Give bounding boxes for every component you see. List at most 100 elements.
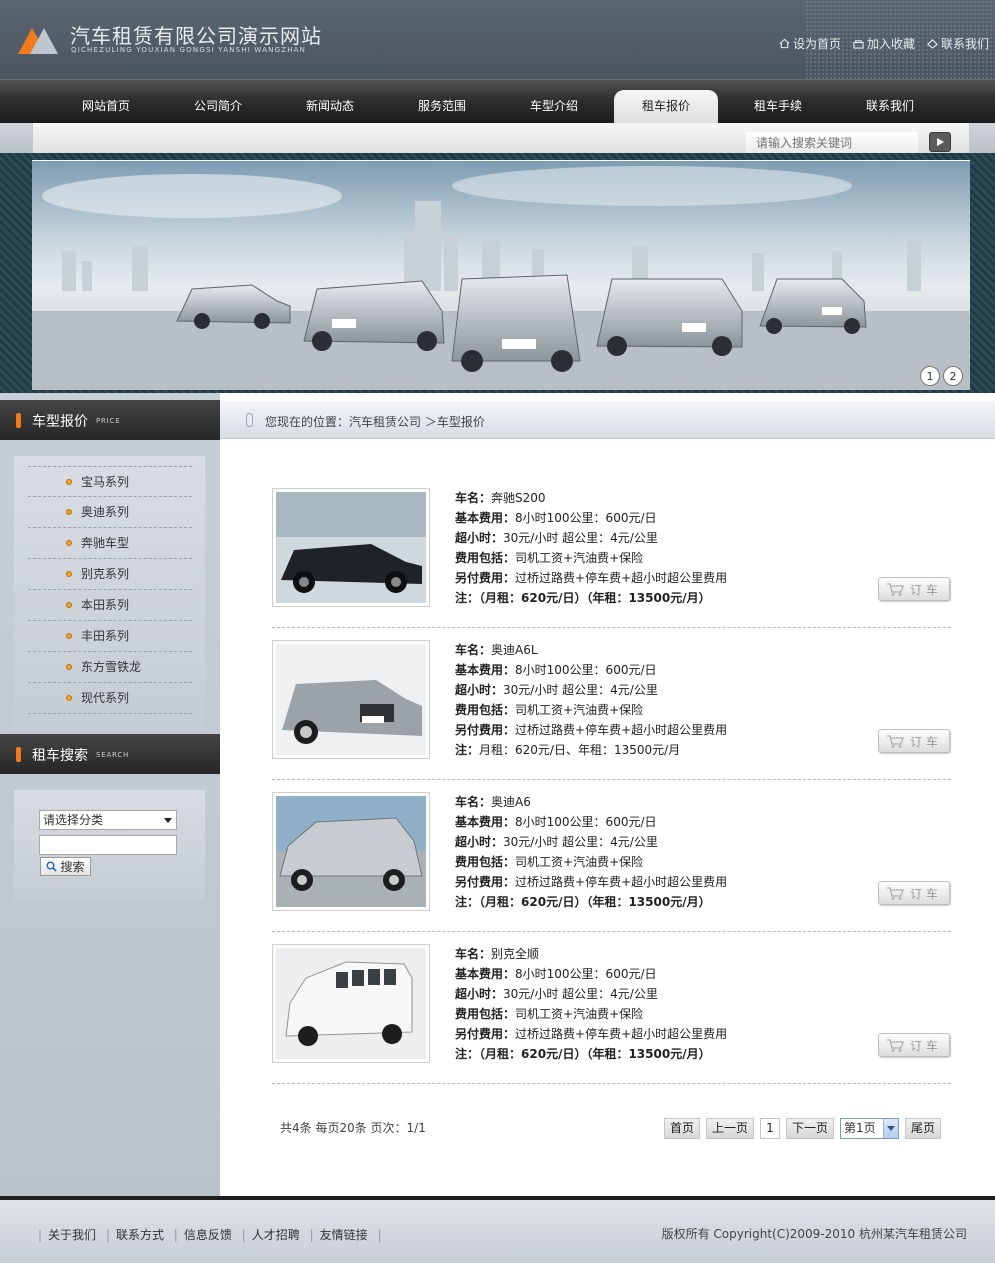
category-item[interactable]: 奔驰车型 — [28, 528, 192, 559]
footer-link-feedback[interactable]: 信息反馈 — [184, 1228, 232, 1242]
car-thumbnail[interactable] — [272, 944, 430, 1063]
separator: | — [241, 1228, 246, 1242]
car-overtime-fee: 30元/小时 超公里：4元/公里 — [503, 835, 658, 849]
order-car-label: 订车 — [909, 886, 942, 901]
separator: | — [38, 1228, 43, 1242]
bullet-icon — [66, 508, 72, 515]
car-details: 车名：别克全顺 基本费用：8小时100公里：600元/日 超小时：30元/小时 … — [455, 944, 727, 1064]
last-page-button[interactable]: 尾页 — [905, 1118, 941, 1139]
label-note: 注： — [455, 743, 480, 757]
car-note: 月租：620元/日、年租：13500元/月 — [479, 743, 681, 757]
nav-item-models[interactable]: 车型介绍 — [498, 80, 610, 124]
car-thumbnail[interactable] — [272, 488, 430, 607]
category-label: 东方雪铁龙 — [81, 660, 142, 674]
car-thumbnail[interactable] — [272, 640, 430, 759]
banner-dot-1[interactable]: 1 — [920, 366, 940, 386]
copyright: 版权所有 Copyright(C)2009-2010 杭州某汽车租赁公司 — [661, 1227, 967, 1241]
add-favorite-link[interactable]: 加入收藏 — [853, 35, 915, 52]
label-base: 基本费用： — [455, 663, 516, 677]
car-item: 车名：别克全顺 基本费用：8小时100公里：600元/日 超小时：30元/小时 … — [272, 944, 951, 1084]
label-overtime: 超小时： — [455, 683, 504, 697]
footer-link-friends[interactable]: 友情链接 — [320, 1228, 368, 1242]
bullet-icon — [66, 694, 72, 701]
car-base-fee: 8小时100公里：600元/日 — [515, 663, 657, 677]
nav-item-news[interactable]: 新闻动态 — [274, 80, 386, 124]
car-note: （月租：620元/日）（年租：13500元/月） — [479, 591, 711, 605]
car-overtime-fee: 30元/小时 超公里：4元/公里 — [503, 531, 658, 545]
set-homepage-link[interactable]: 设为首页 — [779, 35, 841, 52]
order-car-button[interactable]: 订车 — [878, 881, 950, 905]
keyword-search-input[interactable] — [746, 132, 918, 153]
category-item[interactable]: 别克系列 — [28, 559, 192, 590]
category-item[interactable]: 现代系列 — [28, 683, 192, 714]
footer-link-jobs[interactable]: 人才招聘 — [252, 1228, 300, 1242]
label-name: 车名： — [455, 795, 492, 809]
car-name: 奥迪A6 — [491, 795, 531, 809]
nav-label: 公司简介 — [193, 99, 242, 113]
site-title: 汽车租赁有限公司演示网站 — [70, 24, 322, 48]
bullet-icon — [66, 539, 72, 546]
car-extra-fee: 过桥过路费+停车费+超小时超公里费用 — [515, 723, 728, 737]
footer-link-contact[interactable]: 联系方式 — [116, 1228, 164, 1242]
sidebar-keyword-input[interactable] — [39, 835, 177, 855]
label-note: 注： — [455, 591, 480, 605]
contact-us-link[interactable]: 联系我们 — [927, 35, 989, 52]
order-car-button[interactable]: 订车 — [878, 1033, 950, 1057]
sidebar-search-button[interactable]: 搜索 — [40, 857, 91, 876]
prev-page-button[interactable]: 上一页 — [706, 1118, 754, 1139]
separator: | — [309, 1228, 314, 1242]
car-item: 车名：奥迪A6 基本费用：8小时100公里：600元/日 超小时：30元/小时 … — [272, 792, 951, 932]
banner-cars-illustration — [32, 161, 970, 390]
car-fee-includes: 司机工资+汽油费+保险 — [515, 551, 644, 565]
price-section-title: 车型报价 — [32, 414, 88, 430]
car-base-fee: 8小时100公里：600元/日 — [515, 511, 657, 525]
label-overtime: 超小时： — [455, 987, 504, 1001]
category-item[interactable]: 宝马系列 — [28, 466, 192, 497]
nav-item-home[interactable]: 网站首页 — [50, 80, 162, 124]
order-car-label: 订车 — [909, 582, 942, 597]
car-extra-fee: 过桥过路费+停车费+超小时超公里费用 — [515, 875, 728, 889]
category-label: 奔驰车型 — [81, 536, 130, 550]
footer-link-about[interactable]: 关于我们 — [48, 1228, 96, 1242]
car-item: 车名：奔驰S200 基本费用：8小时100公里：600元/日 超小时：30元/小… — [272, 488, 951, 628]
label-name: 车名： — [455, 947, 492, 961]
nav-label: 联系我们 — [865, 99, 914, 113]
search-section-title: 租车搜索 — [32, 748, 88, 764]
car-fee-includes: 司机工资+汽油费+保险 — [515, 703, 644, 717]
nav-item-procedures[interactable]: 租车手续 — [722, 80, 834, 124]
category-select[interactable]: 请选择分类 — [39, 810, 177, 830]
car-extra-fee: 过桥过路费+停车费+超小时超公里费用 — [515, 571, 728, 585]
order-car-button[interactable]: 订车 — [878, 729, 950, 753]
first-page-button[interactable]: 首页 — [664, 1118, 700, 1139]
nav-item-prices[interactable]: 租车报价 — [610, 80, 722, 124]
car-fee-includes: 司机工资+汽油费+保险 — [515, 855, 644, 869]
label-overtime: 超小时： — [455, 531, 504, 545]
page-select[interactable]: 第1页 — [840, 1118, 899, 1139]
car-extra-fee: 过桥过路费+停车费+超小时超公里费用 — [515, 1027, 728, 1041]
car-fee-includes: 司机工资+汽油费+保险 — [515, 1007, 644, 1021]
category-item[interactable]: 本田系列 — [28, 590, 192, 621]
label-name: 车名： — [455, 643, 492, 657]
label-extra: 另付费用： — [455, 723, 516, 737]
nav-item-services[interactable]: 服务范围 — [386, 80, 498, 124]
nav-item-about[interactable]: 公司简介 — [162, 80, 274, 124]
car-thumbnail[interactable] — [272, 792, 430, 911]
bullet-icon — [66, 570, 72, 577]
current-page: 1 — [760, 1118, 780, 1139]
car-details: 车名：奥迪A6 基本费用：8小时100公里：600元/日 超小时：30元/小时 … — [455, 792, 727, 912]
label-overtime: 超小时： — [455, 835, 504, 849]
site-subtitle: QICHEZULING YOUXIAN GONGSI YANSHI WANGZH… — [71, 46, 307, 54]
nav-item-contact[interactable]: 联系我们 — [834, 80, 946, 124]
category-item[interactable]: 奥迪系列 — [28, 497, 192, 528]
category-item[interactable]: 东方雪铁龙 — [28, 652, 192, 683]
separator: | — [173, 1228, 178, 1242]
breadcrumb-bar: 您现在的位置：汽车租赁公司 ＞车型报价 — [220, 401, 995, 439]
section-marker — [16, 413, 21, 428]
banner-dot-2[interactable]: 2 — [943, 366, 963, 386]
next-page-button[interactable]: 下一页 — [786, 1118, 834, 1139]
order-car-button[interactable]: 订车 — [878, 577, 950, 601]
cart-icon — [886, 1039, 904, 1052]
search-go-button[interactable] — [929, 132, 951, 152]
nav-label: 服务范围 — [417, 99, 466, 113]
category-item[interactable]: 丰田系列 — [28, 621, 192, 652]
